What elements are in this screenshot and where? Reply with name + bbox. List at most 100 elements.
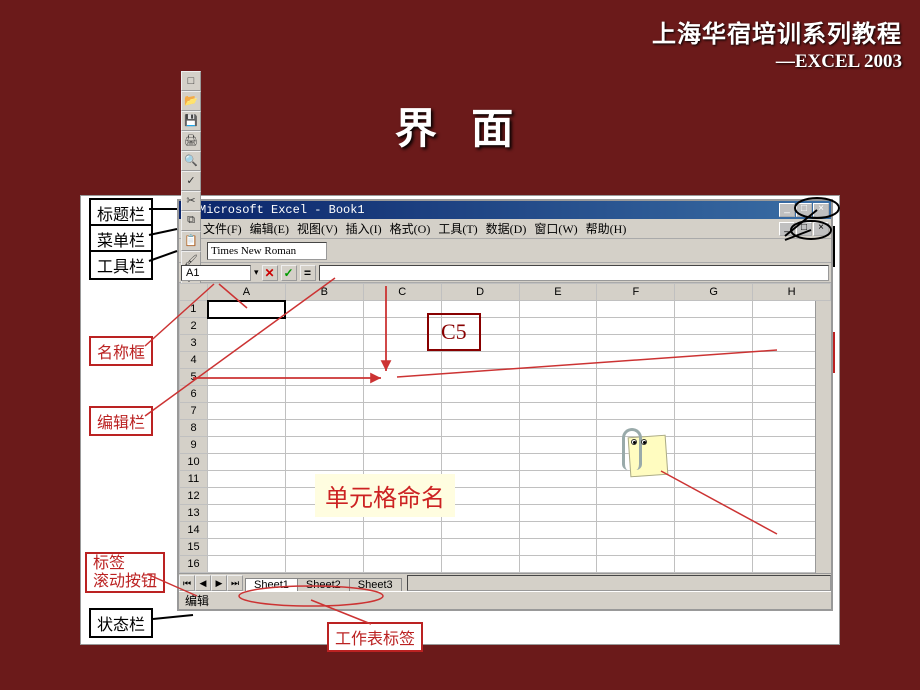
cell[interactable] — [441, 556, 519, 573]
cell[interactable] — [441, 454, 519, 471]
cell[interactable] — [675, 454, 753, 471]
cell[interactable] — [363, 437, 441, 454]
cell[interactable] — [285, 335, 363, 352]
cell[interactable] — [285, 318, 363, 335]
sheet-tab[interactable]: Sheet2 — [297, 578, 350, 591]
cell[interactable] — [597, 505, 675, 522]
cell[interactable] — [597, 488, 675, 505]
font-selector[interactable]: Times New Roman — [207, 242, 327, 260]
row-header[interactable]: 11 — [180, 471, 208, 488]
column-header[interactable]: D — [441, 284, 519, 301]
doc-close-button[interactable]: × — [813, 222, 829, 236]
cell[interactable] — [285, 556, 363, 573]
menu-item[interactable]: 文件(F) — [199, 222, 246, 236]
menu-item[interactable]: 视图(V) — [293, 222, 342, 236]
cell[interactable] — [519, 539, 597, 556]
row-header[interactable]: 5 — [180, 369, 208, 386]
row-header[interactable]: 14 — [180, 522, 208, 539]
cell[interactable] — [675, 318, 753, 335]
cell[interactable] — [441, 369, 519, 386]
sheet-tab[interactable]: Sheet3 — [349, 578, 402, 591]
row-header[interactable]: 1 — [180, 301, 208, 318]
row-header[interactable]: 6 — [180, 386, 208, 403]
row-header[interactable]: 13 — [180, 505, 208, 522]
row-header[interactable]: 8 — [180, 420, 208, 437]
cell[interactable] — [285, 539, 363, 556]
cancel-icon[interactable]: ✕ — [262, 265, 278, 281]
cell[interactable] — [675, 556, 753, 573]
cell[interactable] — [519, 318, 597, 335]
cell[interactable] — [285, 301, 363, 318]
cell[interactable] — [208, 420, 286, 437]
menu-item[interactable]: 插入(I) — [342, 222, 386, 236]
cell[interactable] — [597, 403, 675, 420]
row-header[interactable]: 4 — [180, 352, 208, 369]
cell[interactable] — [519, 522, 597, 539]
cell[interactable] — [675, 386, 753, 403]
cell[interactable] — [363, 420, 441, 437]
cell[interactable] — [519, 454, 597, 471]
menu-item[interactable]: 格式(O) — [386, 222, 435, 236]
cell[interactable] — [675, 403, 753, 420]
cell[interactable] — [519, 369, 597, 386]
cell[interactable] — [363, 403, 441, 420]
column-header[interactable]: A — [208, 284, 286, 301]
column-header[interactable]: F — [597, 284, 675, 301]
cell[interactable] — [285, 352, 363, 369]
cell[interactable] — [208, 522, 286, 539]
cell[interactable] — [208, 301, 286, 318]
cell[interactable] — [519, 437, 597, 454]
menu-item[interactable]: 帮助(H) — [582, 222, 631, 236]
cell[interactable] — [208, 556, 286, 573]
close-button[interactable]: × — [813, 203, 829, 217]
cell[interactable] — [519, 488, 597, 505]
minimize-button[interactable]: _ — [779, 203, 795, 217]
cell[interactable] — [675, 488, 753, 505]
cell[interactable] — [519, 505, 597, 522]
row-header[interactable]: 10 — [180, 454, 208, 471]
cell[interactable] — [519, 335, 597, 352]
cell[interactable] — [519, 301, 597, 318]
cell[interactable] — [363, 539, 441, 556]
cell[interactable] — [208, 318, 286, 335]
cell[interactable] — [597, 369, 675, 386]
tab-prev-button[interactable]: ◀ — [195, 575, 211, 591]
column-header[interactable]: C — [363, 284, 441, 301]
row-header[interactable]: 7 — [180, 403, 208, 420]
cell[interactable] — [441, 437, 519, 454]
equals-button[interactable]: = — [300, 265, 316, 281]
name-box[interactable]: A1 — [181, 265, 251, 281]
cell[interactable] — [208, 437, 286, 454]
row-header[interactable]: 15 — [180, 539, 208, 556]
menu-item[interactable]: 编辑(E) — [246, 222, 293, 236]
row-header[interactable]: 2 — [180, 318, 208, 335]
doc-minimize-button[interactable]: _ — [779, 222, 795, 236]
preview-icon[interactable]: 🔍 — [181, 151, 201, 171]
cell[interactable] — [597, 352, 675, 369]
cell[interactable] — [363, 522, 441, 539]
column-header[interactable]: B — [285, 284, 363, 301]
row-header[interactable]: 12 — [180, 488, 208, 505]
paste-icon[interactable]: 📋 — [181, 231, 201, 251]
cell[interactable] — [363, 454, 441, 471]
cell[interactable] — [597, 522, 675, 539]
copy-icon[interactable]: ⧉ — [181, 211, 201, 231]
cell[interactable] — [675, 420, 753, 437]
tab-first-button[interactable]: ⏮ — [179, 575, 195, 591]
cell[interactable] — [363, 352, 441, 369]
column-header[interactable]: H — [753, 284, 831, 301]
menu-item[interactable]: 数据(D) — [482, 222, 531, 236]
save-icon[interactable]: 💾 — [181, 111, 201, 131]
row-header[interactable]: 9 — [180, 437, 208, 454]
cell[interactable] — [441, 386, 519, 403]
formula-input[interactable] — [319, 265, 829, 281]
cell[interactable] — [285, 420, 363, 437]
cell[interactable] — [519, 556, 597, 573]
cell[interactable] — [441, 539, 519, 556]
cell[interactable] — [597, 386, 675, 403]
column-header[interactable]: E — [519, 284, 597, 301]
cell[interactable] — [208, 539, 286, 556]
doc-restore-button[interactable]: □ — [796, 222, 812, 236]
cell[interactable] — [519, 403, 597, 420]
cell[interactable] — [208, 386, 286, 403]
